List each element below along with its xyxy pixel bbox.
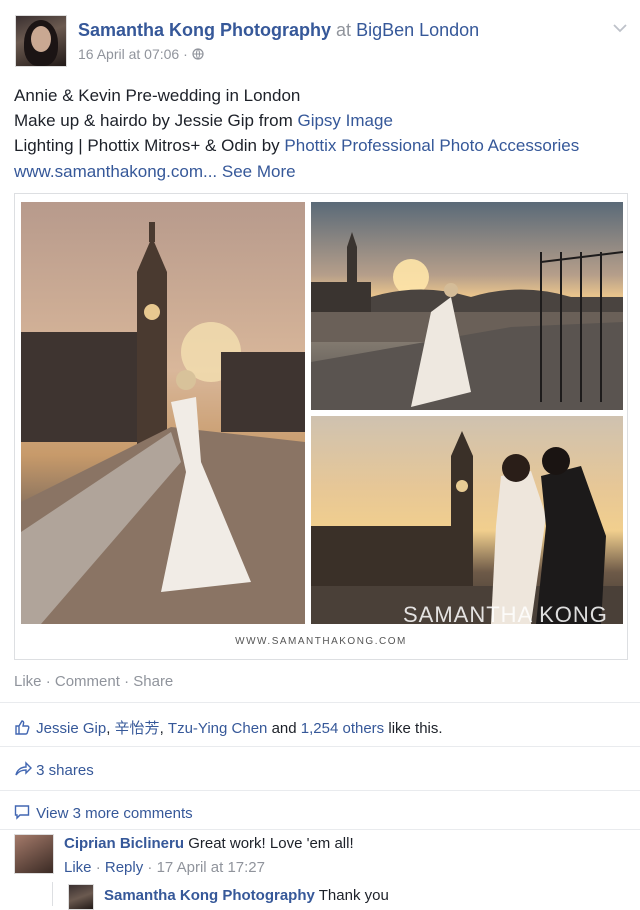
post-date[interactable]: 16 April at 07:06 <box>78 46 179 62</box>
avatar[interactable] <box>14 834 54 874</box>
comment-button[interactable]: Comment <box>55 673 120 690</box>
view-more-comments-link[interactable]: View 3 more comments <box>36 805 192 822</box>
photo-westminster-bridge <box>311 202 623 410</box>
reply-indent-line <box>52 882 53 906</box>
post-photo[interactable]: SAMANTHA KONG WWW.SAMANTHAKONG.COM <box>14 193 628 660</box>
reply-body: Samantha Kong Photography Thank you <box>104 887 389 904</box>
photo-couple-sunset <box>311 416 623 624</box>
comment-time[interactable]: 17 April at 17:27 <box>157 859 265 876</box>
divider <box>0 790 640 791</box>
share-arrow-icon <box>14 761 32 779</box>
author-link[interactable]: Samantha Kong Photography <box>78 20 331 40</box>
photo-big-ben-bride <box>21 202 305 624</box>
divider <box>0 829 640 830</box>
reply-text: Thank you <box>318 887 389 904</box>
see-more-link[interactable]: See More <box>222 162 296 181</box>
post-text-line-4: www.samanthakong.com... See More <box>14 162 296 182</box>
comment-body: Ciprian Biclineru Great work! Love 'em a… <box>64 835 354 852</box>
comment-like-button[interactable]: Like <box>64 859 92 876</box>
reply-author-link[interactable]: Samantha Kong Photography <box>104 887 315 904</box>
action-bar: Like · Comment · Share <box>14 673 174 690</box>
view-more-row: View 3 more comments <box>14 804 193 822</box>
avatar[interactable] <box>68 884 94 910</box>
shares-row: 3 shares <box>14 761 94 779</box>
liker-link[interactable]: Tzu-Ying Chen <box>168 720 268 737</box>
comment-icon <box>14 804 32 822</box>
comment-text: Great work! Love 'em all! <box>188 835 354 852</box>
share-button[interactable]: Share <box>133 673 173 690</box>
gipsy-image-link[interactable]: Gipsy Image <box>297 111 392 130</box>
thumbs-up-icon <box>14 719 32 737</box>
likes-others-link[interactable]: 1,254 others <box>301 720 384 737</box>
at-word: at <box>336 20 352 40</box>
website-link[interactable]: www.samanthakong.com... <box>14 162 217 181</box>
chevron-down-icon[interactable] <box>613 20 627 36</box>
post-header: Samantha Kong Photography at BigBen Lond… <box>78 20 479 41</box>
liker-link[interactable]: Jessie Gip <box>36 720 106 737</box>
comment-reply-button[interactable]: Reply <box>105 859 143 876</box>
page-avatar[interactable] <box>15 15 67 67</box>
phottix-link[interactable]: Phottix Professional Photo Accessories <box>284 136 579 155</box>
globe-icon[interactable] <box>192 46 204 62</box>
comment-author-link[interactable]: Ciprian Biclineru <box>64 835 184 852</box>
likes-row: Jessie Gip, 辛怡芳, Tzu-Ying Chen and 1,254… <box>14 717 443 738</box>
comment-actions: Like · Reply · 17 April at 17:27 <box>64 859 265 876</box>
post-meta: 16 April at 07:06 · <box>78 46 204 62</box>
place-link[interactable]: BigBen London <box>356 20 479 40</box>
photo-watermark: SAMANTHA KONG <box>403 602 608 627</box>
divider <box>0 702 640 703</box>
photo-caption: WWW.SAMANTHAKONG.COM <box>235 636 407 647</box>
divider <box>0 746 640 747</box>
post-text-line-3: Lighting | Phottix Mitros+ & Odin by Pho… <box>14 136 580 155</box>
shares-link[interactable]: 3 shares <box>36 762 94 779</box>
post-text-line-2: Make up & hairdo by Jessie Gip from Gips… <box>14 111 393 130</box>
liker-link[interactable]: 辛怡芳 <box>115 720 160 737</box>
post-text-line-1: Annie & Kevin Pre-wedding in London <box>14 86 301 105</box>
like-button[interactable]: Like <box>14 673 42 690</box>
